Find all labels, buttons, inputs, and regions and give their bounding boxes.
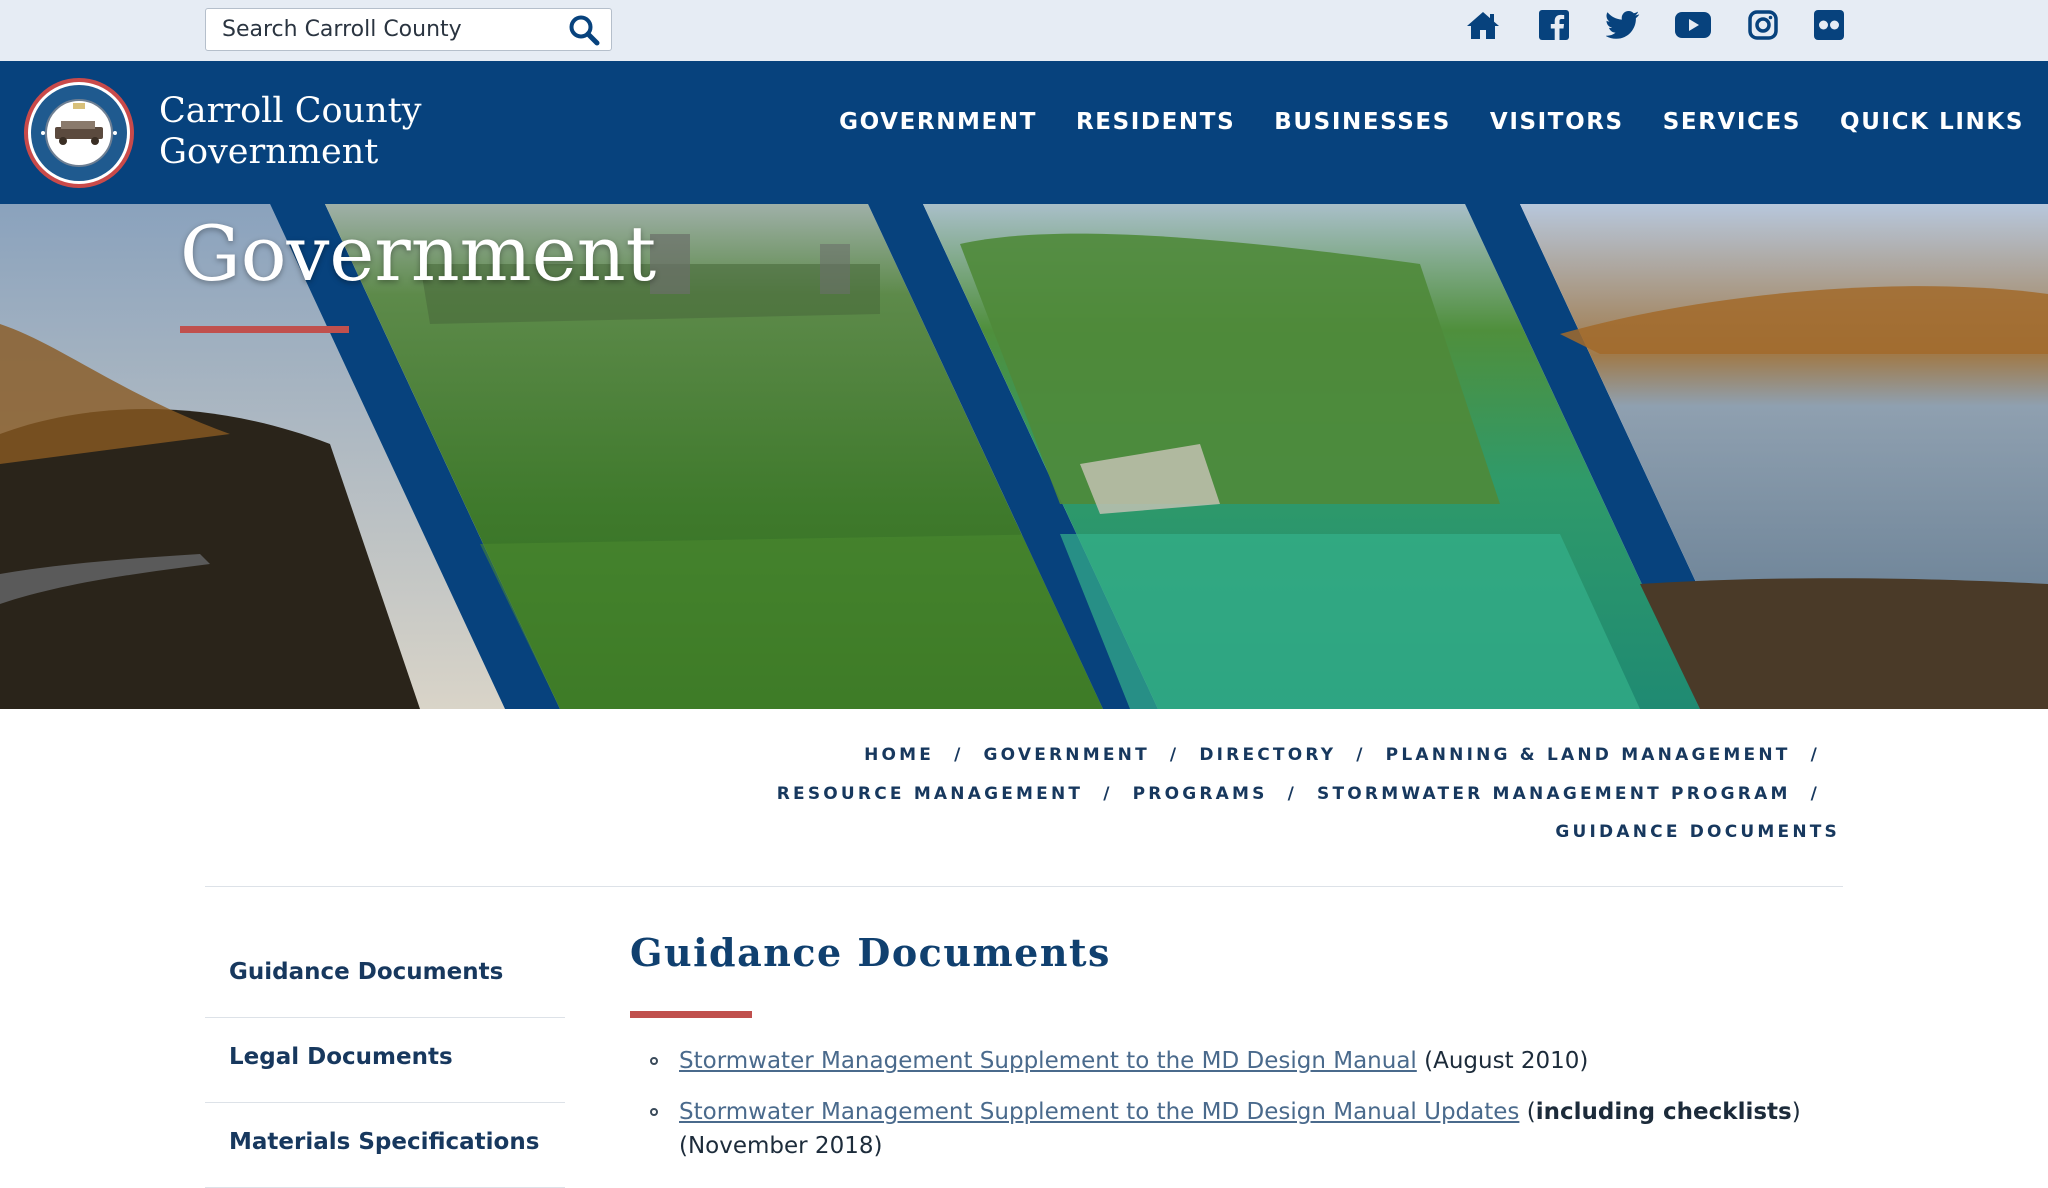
twitter-link[interactable] — [1605, 8, 1641, 42]
breadcrumb-separator: / — [954, 745, 964, 765]
breadcrumb-separator: / — [1810, 745, 1820, 765]
breadcrumb-stormwater[interactable]: STORMWATER MANAGEMENT PROGRAM — [1317, 784, 1791, 804]
doc-link-supplement[interactable]: Stormwater Management Supplement to the … — [679, 1048, 1417, 1074]
content-divider — [205, 886, 1843, 887]
hero-title-underline — [180, 326, 349, 333]
utility-bar — [0, 0, 2048, 61]
doc-link-supplement-updates[interactable]: Stormwater Management Supplement to the … — [679, 1099, 1519, 1125]
site-header: Carroll County Government GOVERNMENT RES… — [0, 61, 2048, 204]
twitter-icon — [1606, 11, 1640, 39]
sidebar-item-label: Materials Specifications — [229, 1129, 540, 1155]
home-link[interactable] — [1465, 8, 1501, 42]
doc-note-bold: including checklists — [1535, 1099, 1792, 1125]
county-seal-icon — [24, 78, 134, 188]
nav-residents[interactable]: RESIDENTS — [1076, 109, 1235, 135]
breadcrumb-directory[interactable]: DIRECTORY — [1199, 745, 1336, 765]
nav-businesses[interactable]: BUSINESSES — [1274, 109, 1451, 135]
facebook-icon — [1539, 10, 1569, 40]
flickr-icon — [1814, 10, 1844, 40]
breadcrumb-separator: / — [1356, 745, 1366, 765]
breadcrumb-home[interactable]: HOME — [864, 745, 934, 765]
main-nav: GOVERNMENT RESIDENTS BUSINESSES VISITORS… — [839, 109, 2024, 135]
breadcrumb-separator: / — [1169, 745, 1180, 765]
hero-banner: Government — [0, 204, 2048, 709]
breadcrumb: HOME / GOVERNMENT / DIRECTORY / PLANNING & LAN… — [740, 736, 1840, 852]
page-title: Guidance Documents — [630, 930, 1111, 975]
doc-note: (August 2010) — [1416, 1048, 1589, 1074]
breadcrumb-planning[interactable]: PLANNING & LAND MANAGEMENT — [1386, 745, 1791, 765]
breadcrumb-government[interactable]: GOVERNMENT — [984, 745, 1150, 765]
brand-line-1: Carroll County — [159, 91, 422, 131]
home-icon — [1467, 12, 1499, 39]
breadcrumb-separator: / — [1810, 783, 1820, 804]
nav-government[interactable]: GOVERNMENT — [839, 109, 1037, 135]
site-brand[interactable]: Carroll County Government — [159, 91, 421, 173]
brand-line-2: Government — [159, 132, 379, 172]
breadcrumb-separator: / — [1103, 783, 1113, 804]
nav-visitors[interactable]: VISITORS — [1490, 109, 1624, 135]
nav-services[interactable]: SERVICES — [1663, 109, 1801, 135]
breadcrumb-separator: / — [1287, 783, 1298, 804]
sidebar-item-guidance-documents[interactable]: Guidance Documents — [205, 933, 565, 1018]
list-item: Stormwater Management Supplement to the … — [630, 1095, 1840, 1163]
document-list: Stormwater Management Supplement to the … — [630, 1044, 1840, 1180]
sidebar-item-legal-documents[interactable]: Legal Documents — [205, 1018, 565, 1103]
search-icon — [569, 15, 600, 46]
breadcrumb-current: GUIDANCE DOCUMENTS — [1555, 822, 1840, 842]
instagram-icon — [1748, 10, 1778, 40]
sidebar-item-label: Legal Documents — [229, 1044, 453, 1070]
youtube-icon — [1675, 12, 1711, 38]
list-item: Stormwater Management Supplement to the … — [630, 1044, 1840, 1078]
sidebar-item-label: Guidance Documents — [229, 959, 504, 985]
facebook-link[interactable] — [1536, 8, 1572, 42]
flickr-link[interactable] — [1811, 8, 1847, 42]
instagram-link[interactable] — [1745, 8, 1781, 42]
breadcrumb-resource-management[interactable]: RESOURCE MANAGEMENT — [777, 784, 1083, 804]
county-seal-logo[interactable] — [23, 77, 135, 189]
doc-note-prefix: ( — [1519, 1099, 1536, 1125]
youtube-link[interactable] — [1675, 8, 1711, 42]
nav-quick-links[interactable]: QUICK LINKS — [1840, 109, 2024, 135]
hero-title: Government — [180, 209, 657, 298]
search-input[interactable] — [206, 9, 556, 50]
search-button[interactable] — [565, 12, 603, 48]
page-title-underline — [630, 1011, 752, 1018]
breadcrumb-programs[interactable]: PROGRAMS — [1133, 784, 1268, 804]
sidebar-item-materials-specifications[interactable]: Materials Specifications — [205, 1103, 565, 1188]
search-box — [205, 8, 612, 51]
